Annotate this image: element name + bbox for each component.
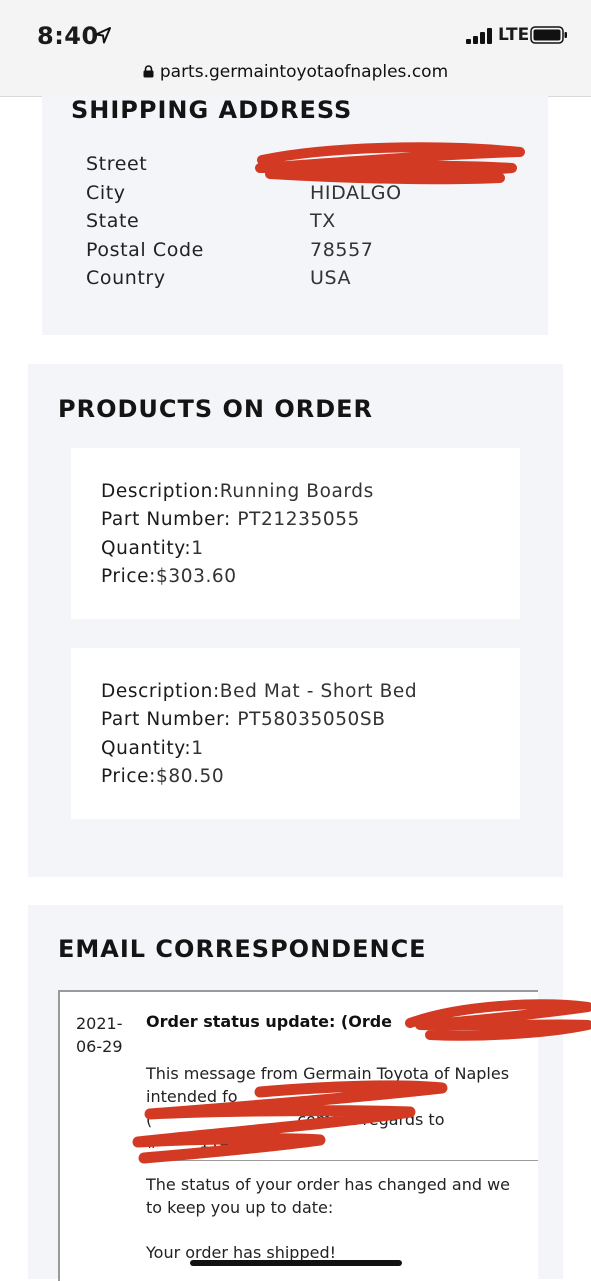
email-message[interactable]: 2021- 06-29 Order status update: (Orde T… [58, 990, 538, 1281]
product-description: Description:Running Boards [101, 481, 374, 502]
state-value: TX [310, 210, 336, 232]
product-card: Description:Bed Mat - Short Bed Part Num… [71, 648, 520, 819]
email-body-line: The status of your order has changed and… [146, 1175, 511, 1194]
country-label: Country [86, 267, 166, 289]
street-label: Street [86, 153, 148, 175]
clock: 8:40 [37, 22, 99, 50]
status-bar: 8:40 LTE parts.germaintoyotaofnaples.com [0, 0, 591, 97]
products-heading: PRODUCTS ON ORDER [58, 395, 374, 423]
city-value: HIDALGO [310, 182, 402, 204]
address-bar[interactable]: parts.germaintoyotaofnaples.com [0, 62, 591, 82]
postal-code-value: 78557 [310, 239, 374, 261]
home-indicator[interactable] [190, 1260, 402, 1266]
email-body-line: (.com) in regards to [146, 1110, 445, 1129]
location-arrow-icon [95, 27, 111, 44]
network-type: LTE [498, 25, 530, 45]
email-date: 2021- 06-29 [76, 1014, 123, 1056]
product-description: Description:Bed Mat - Short Bed [101, 681, 418, 702]
city-label: City [86, 182, 126, 204]
url-text: parts.germaintoyotaofnaples.com [159, 62, 449, 82]
product-quantity: Quantity:1 [101, 538, 204, 559]
email-divider [146, 1160, 538, 1161]
email-body-line: This message from Germain Toyota of Napl… [146, 1064, 510, 1083]
shipping-address-heading: SHIPPING ADDRESS [71, 96, 353, 124]
email-correspondence-heading: EMAIL CORRESPONDENCE [58, 935, 427, 963]
cellular-signal-icon [466, 28, 492, 44]
product-price: Price:$303.60 [101, 566, 237, 587]
state-label: State [86, 210, 140, 232]
product-price: Price:$80.50 [101, 766, 225, 787]
email-body-line: #114 [146, 1133, 230, 1152]
lock-icon [143, 65, 154, 78]
product-part-number: Part Number: PT58035050SB [101, 709, 386, 730]
email-body-line: intended fo [146, 1087, 238, 1106]
battery-icon [530, 26, 567, 44]
product-card: Description:Running Boards Part Number: … [71, 448, 520, 619]
country-value: USA [310, 267, 352, 289]
email-subject: Order status update: (Orde [146, 1012, 393, 1031]
postal-code-label: Postal Code [86, 239, 204, 261]
product-quantity: Quantity:1 [101, 738, 204, 759]
product-part-number: Part Number: PT21235055 [101, 509, 360, 530]
email-body-line: to keep you up to date: [146, 1198, 334, 1217]
